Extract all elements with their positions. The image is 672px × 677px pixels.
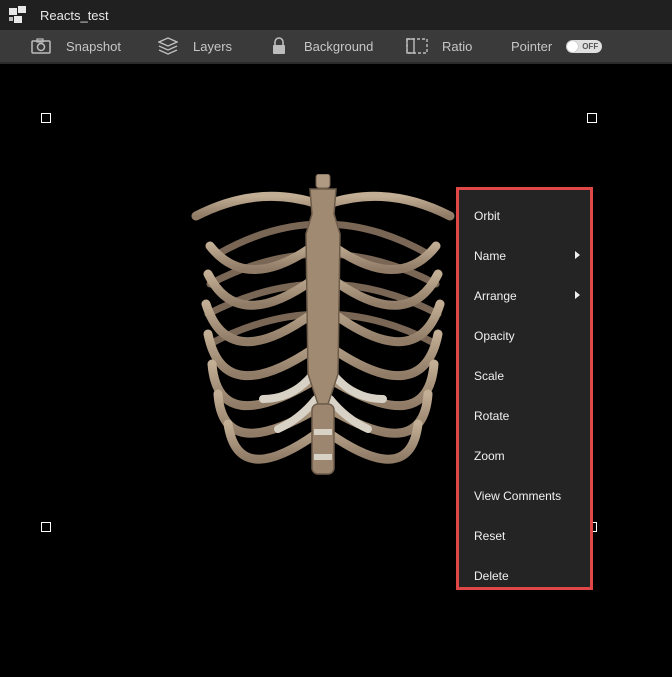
selection-handle-top-right[interactable] (587, 113, 597, 123)
menu-item-label: Orbit (474, 209, 501, 223)
toolbar: Snapshot Layers Background Ratio Pointer… (0, 30, 672, 64)
menu-item-view-comments[interactable]: View Comments (459, 476, 590, 516)
menu-item-opacity[interactable]: Opacity (459, 316, 590, 356)
lock-icon (268, 35, 290, 57)
menu-item-zoom[interactable]: Zoom (459, 436, 590, 476)
menu-item-label: Scale (474, 369, 505, 383)
toggle-knob (567, 40, 579, 52)
menu-item-label: Reset (474, 529, 506, 543)
app-logo-icon (8, 5, 28, 25)
layers-icon (157, 35, 179, 57)
background-label: Background (304, 38, 374, 54)
menu-item-orbit[interactable]: Orbit (459, 196, 590, 236)
pointer-toggle-state: OFF (582, 41, 599, 51)
chevron-right-icon (575, 251, 580, 259)
menu-item-label: Zoom (474, 449, 505, 463)
menu-item-label: Name (474, 249, 507, 263)
title-bar: Reacts_test (0, 0, 672, 30)
ribcage-model[interactable] (188, 173, 458, 499)
layers-button[interactable]: Layers (157, 30, 232, 62)
chevron-right-icon (575, 291, 580, 299)
menu-item-label: View Comments (474, 489, 562, 503)
menu-item-arrange[interactable]: Arrange (459, 276, 590, 316)
layers-label: Layers (193, 38, 233, 54)
selection-handle-bottom-left[interactable] (41, 522, 51, 532)
menu-item-delete[interactable]: Delete (459, 556, 590, 596)
ratio-icon (406, 35, 428, 57)
context-menu: Orbit Name Arrange Opacity Scale Rotate … (456, 187, 593, 590)
pointer-toggle[interactable]: OFF (566, 39, 603, 53)
snapshot-label: Snapshot (66, 38, 121, 54)
pointer-label: Pointer (511, 38, 553, 54)
menu-item-label: Rotate (474, 409, 510, 423)
ratio-label: Ratio (442, 38, 473, 54)
camera-icon (30, 35, 52, 57)
menu-item-scale[interactable]: Scale (459, 356, 590, 396)
pointer-control: Pointer OFF (511, 30, 603, 62)
menu-item-rotate[interactable]: Rotate (459, 396, 590, 436)
menu-item-label: Delete (474, 569, 509, 583)
menu-item-label: Opacity (474, 329, 515, 343)
app-title: Reacts_test (40, 7, 109, 23)
menu-item-label: Arrange (474, 289, 517, 303)
snapshot-button[interactable]: Snapshot (30, 30, 121, 62)
menu-item-reset[interactable]: Reset (459, 516, 590, 556)
selection-handle-top-left[interactable] (41, 113, 51, 123)
background-button[interactable]: Background (268, 30, 373, 62)
ratio-button[interactable]: Ratio (406, 30, 472, 62)
app-window: Reacts_test Snapshot Layers Background R… (0, 0, 672, 677)
menu-item-name[interactable]: Name (459, 236, 590, 276)
